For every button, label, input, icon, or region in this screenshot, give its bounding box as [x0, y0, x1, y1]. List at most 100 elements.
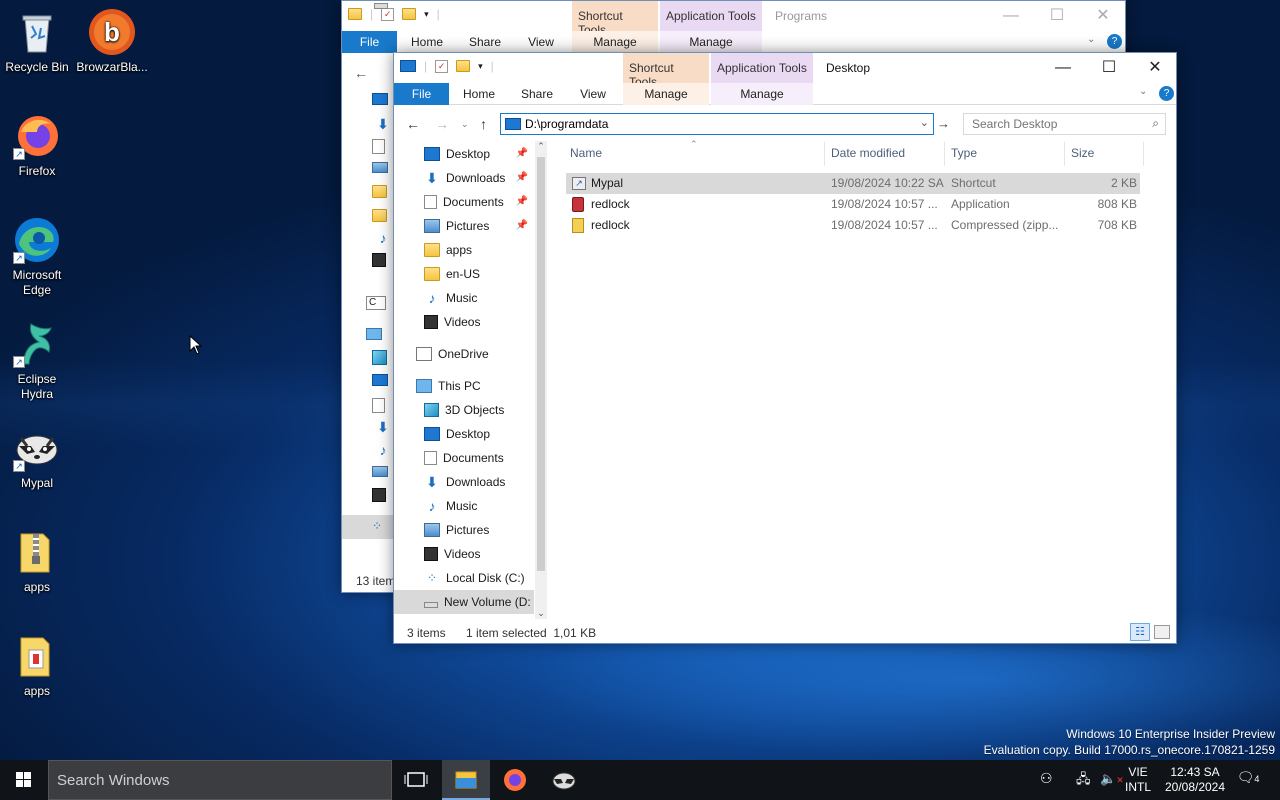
new-folder-icon[interactable]: [456, 60, 471, 72]
explorer-window-desktop[interactable]: | ✓ ▾ | Shortcut Tools Application Tools…: [393, 52, 1177, 644]
address-dropdown-icon[interactable]: ⌄: [920, 116, 929, 129]
tab-view[interactable]: View: [518, 31, 564, 53]
people-icon[interactable]: ⚇: [1040, 771, 1053, 786]
taskbar-file-explorer[interactable]: [442, 760, 490, 800]
search-icon[interactable]: ⌕: [1152, 116, 1159, 131]
desktop-icon-edge[interactable]: ↗ Microsoft Edge: [0, 216, 74, 298]
search-input[interactable]: [972, 117, 1142, 131]
maximize-button[interactable]: ☐: [1086, 53, 1132, 83]
tab-home[interactable]: Home: [404, 31, 450, 53]
folder-icon[interactable]: [348, 8, 362, 20]
nav-quick-music[interactable]: ♪ Music: [424, 286, 534, 310]
nav-pc-downloads[interactable]: ⬇ Downloads: [424, 470, 534, 494]
tab-view[interactable]: View: [570, 83, 616, 105]
search-box[interactable]: ⌕: [963, 113, 1166, 135]
column-header-name[interactable]: Name: [570, 146, 602, 160]
help-icon[interactable]: ?: [1107, 34, 1122, 49]
file-row-redlock-app[interactable]: redlock 19/08/2024 10:57 ... Application…: [566, 194, 1140, 215]
column-header-date-modified[interactable]: Date modified: [831, 146, 905, 160]
file-row-mypal[interactable]: ↗ Mypal 19/08/2024 10:22 SA Shortcut 2 K…: [566, 173, 1140, 194]
nav-pc-local-disk[interactable]: ⁘ Local Disk (C:): [424, 566, 534, 590]
desktop-icon-firefox[interactable]: ↗ Firefox: [0, 112, 74, 179]
clock[interactable]: 12:43 SA 20/08/2024: [1160, 765, 1230, 795]
minimize-button[interactable]: —: [988, 1, 1034, 31]
selected-drive-row[interactable]: [342, 515, 394, 539]
close-button[interactable]: ✕: [1132, 53, 1178, 83]
scroll-up-icon[interactable]: ⌃: [535, 141, 547, 152]
tab-file[interactable]: File: [394, 83, 449, 105]
nav-quick-pictures[interactable]: Pictures 📌: [424, 214, 534, 238]
nav-quick-documents[interactable]: Documents 📌: [424, 190, 534, 214]
nav-pc-music[interactable]: ♪ Music: [424, 494, 534, 518]
nav-scrollbar[interactable]: ⌃ ⌄: [535, 141, 547, 619]
nav-pc-videos[interactable]: Videos: [424, 542, 534, 566]
start-button[interactable]: [0, 760, 48, 800]
help-icon[interactable]: ?: [1159, 86, 1174, 101]
nav-quick-downloads[interactable]: ⬇ Downloads 📌: [424, 166, 534, 190]
network-icon[interactable]: 🖧: [1076, 771, 1091, 786]
taskbar-firefox[interactable]: [491, 760, 539, 800]
volume-muted-icon[interactable]: 🔈✕: [1100, 771, 1124, 788]
nav-this-pc[interactable]: This PC: [416, 374, 534, 398]
tab-home[interactable]: Home: [456, 83, 502, 105]
input-language[interactable]: VIE INTL: [1122, 765, 1154, 795]
new-folder-icon[interactable]: [402, 8, 417, 20]
tab-file[interactable]: File: [342, 31, 397, 53]
action-center-button[interactable]: 🗨4: [1236, 770, 1260, 787]
details-view-icon[interactable]: ☷: [1130, 623, 1150, 641]
taskbar-search-box[interactable]: Search Windows: [48, 760, 392, 800]
nav-quick-apps[interactable]: apps: [424, 238, 534, 262]
nav-onedrive[interactable]: OneDrive: [416, 342, 534, 366]
nav-pc-3d-objects[interactable]: 3D Objects: [424, 398, 534, 422]
recent-locations-chevron-icon[interactable]: ⌄: [461, 119, 469, 130]
nav-quick-videos[interactable]: Videos: [424, 310, 534, 334]
nav-quick-en-us[interactable]: en-US: [424, 262, 534, 286]
taskbar-mypal[interactable]: [540, 760, 588, 800]
tab-share[interactable]: Share: [462, 31, 508, 53]
nav-label: Pictures: [446, 523, 490, 537]
desktop-icon[interactable]: [400, 60, 416, 72]
desktop-icon-mypal[interactable]: ↗ Mypal: [0, 424, 74, 491]
desktop-icon-eclipse-hydra[interactable]: ↗ Eclipse Hydra: [0, 320, 74, 402]
nav-quick-desktop[interactable]: Desktop 📌: [424, 142, 534, 166]
back-arrow-icon[interactable]: ←: [406, 116, 420, 132]
go-arrow-icon[interactable]: →: [937, 116, 950, 131]
scroll-down-icon[interactable]: ⌄: [535, 608, 547, 619]
videos-icon: [372, 488, 386, 502]
scrollbar-thumb[interactable]: [537, 157, 545, 571]
desktop-icon-browzar[interactable]: b BrowzarBla...: [75, 8, 149, 75]
up-arrow-icon[interactable]: ↑: [480, 116, 487, 132]
qat-dropdown-icon[interactable]: ▾: [424, 9, 429, 20]
tab-manage-shortcut[interactable]: Manage: [623, 83, 709, 105]
properties-icon[interactable]: ✓: [381, 7, 395, 21]
column-header-type[interactable]: Type: [951, 146, 977, 160]
tab-share[interactable]: Share: [514, 83, 560, 105]
desktop-icon-recycle-bin[interactable]: Recycle Bin: [0, 8, 74, 75]
address-input[interactable]: [525, 117, 905, 131]
title-bar[interactable]: | ✓ ▾ | Shortcut Tools Application Tools…: [394, 53, 1178, 89]
desktop-icon-apps-zip[interactable]: apps: [0, 528, 74, 595]
tab-manage-application[interactable]: Manage: [660, 31, 762, 53]
nav-pc-documents[interactable]: Documents: [424, 446, 534, 470]
title-bar[interactable]: | ✓ ▾ | Shortcut Tools Application Tools…: [342, 1, 1126, 37]
nav-pc-new-volume[interactable]: New Volume (D:: [394, 590, 534, 614]
close-button[interactable]: ✕: [1080, 1, 1126, 31]
forward-arrow-icon[interactable]: →: [435, 116, 449, 132]
ribbon-expand-icon[interactable]: ⌄: [1139, 86, 1147, 97]
ribbon-expand-icon[interactable]: ⌄: [1087, 34, 1095, 45]
address-bar[interactable]: ⌄: [500, 113, 934, 135]
back-button[interactable]: ←: [354, 65, 368, 81]
tab-manage-shortcut[interactable]: Manage: [572, 31, 658, 53]
file-row-redlock-zip[interactable]: redlock 19/08/2024 10:57 ... Compressed …: [566, 215, 1140, 236]
qat-dropdown-icon[interactable]: ▾: [478, 61, 483, 72]
nav-pc-desktop[interactable]: Desktop: [424, 422, 534, 446]
column-header-size[interactable]: Size: [1071, 146, 1094, 160]
tab-manage-application[interactable]: Manage: [711, 83, 813, 105]
properties-icon[interactable]: ✓: [435, 59, 449, 73]
nav-pc-pictures[interactable]: Pictures: [424, 518, 534, 542]
maximize-button[interactable]: ☐: [1034, 1, 1080, 31]
large-icons-view-icon[interactable]: [1154, 625, 1170, 639]
minimize-button[interactable]: —: [1040, 53, 1086, 83]
task-view-button[interactable]: [392, 760, 440, 800]
desktop-icon-apps-folder[interactable]: apps: [0, 632, 74, 699]
